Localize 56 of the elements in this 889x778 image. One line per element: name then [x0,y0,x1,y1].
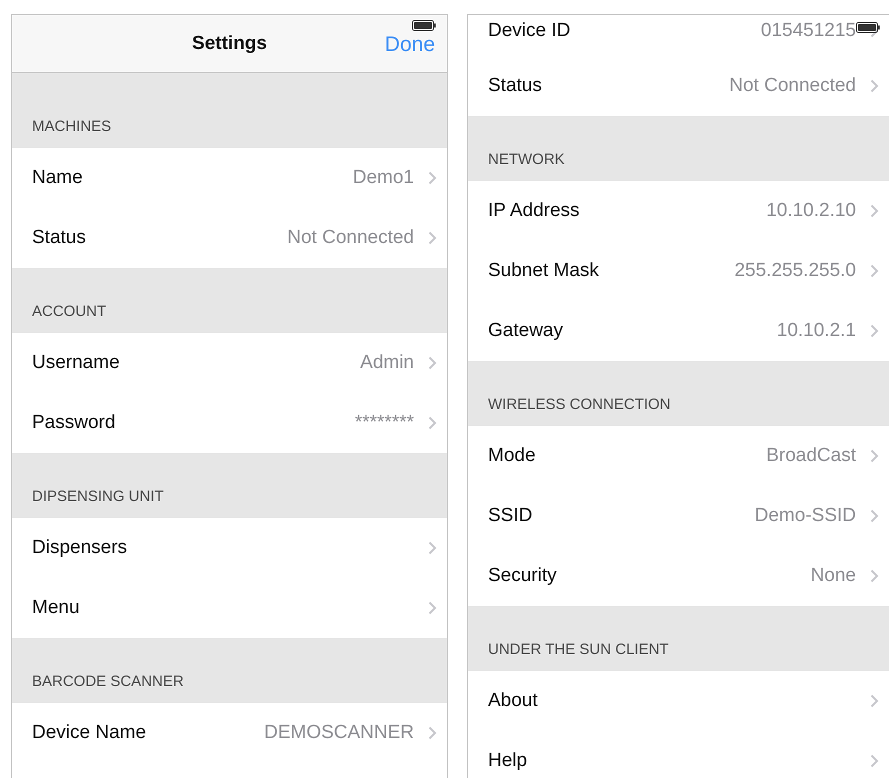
chevron-icon [428,416,437,430]
chevron-icon [870,79,879,93]
row-value: 10.10.2.10 [766,198,856,223]
chevron-icon [428,231,437,245]
chevron-icon [870,449,879,463]
section-header: MACHINES [32,116,112,136]
row-label: Username [32,350,120,375]
section-header: DIPSENSING UNIT [32,486,164,506]
row-value: Admin [360,350,414,375]
row-value: Not Connected [729,74,856,98]
row-value: DEMOSCANNER [264,720,414,745]
chevron-icon [428,541,437,555]
battery-icon [856,22,880,33]
chevron-icon [870,694,879,708]
row-value: Demo-SSID [754,504,856,528]
row-label: Password [32,410,116,435]
row-value: 10.10.2.1 [776,318,856,343]
nav-title: Settings [192,32,267,56]
row-label: Security [488,564,557,588]
row-label: Mode [488,444,536,468]
section-header: WIRELESS CONNECTION [488,394,671,414]
row-label: Subnet Mask [488,258,599,283]
chevron-icon [870,324,879,338]
row-label: Gateway [488,318,563,343]
section-header: UNDER THE SUN CLIENT [488,640,669,660]
row-value: Demo1 [352,166,414,190]
row-label: Dispensers [32,536,128,560]
chevron-icon [428,726,437,740]
row-label: Name [32,166,83,190]
chevron-icon [428,601,437,615]
row-value: Not Connected [287,226,414,250]
row-value: BroadCast [766,444,856,468]
row-value: None [810,564,856,588]
row-value: 255.255.255.0 [734,258,856,283]
section-header: BARCODE SCANNER [32,672,184,692]
row-label: Help [488,748,528,773]
chevron-icon [428,356,437,370]
row-label: Menu [32,596,80,620]
row-value: ******** [354,410,414,435]
chevron-icon [428,171,437,185]
chevron-icon [870,754,879,768]
section-header: ACCOUNT [32,302,106,322]
battery-icon [412,20,436,31]
chevron-icon [870,264,879,278]
chevron-icon [870,569,879,583]
row-label: Status [32,226,86,250]
row-label: IP Address [488,198,580,223]
chevron-icon [870,509,879,523]
row-label: About [488,688,538,713]
section-header: NETWORK [488,150,565,170]
row-label: Device ID [488,19,570,43]
row-label: Device Name [32,720,146,745]
chevron-icon [870,204,879,218]
row-label: Status [488,74,542,98]
row-value: 015451215 [760,19,856,43]
row-label: SSID [488,504,532,528]
